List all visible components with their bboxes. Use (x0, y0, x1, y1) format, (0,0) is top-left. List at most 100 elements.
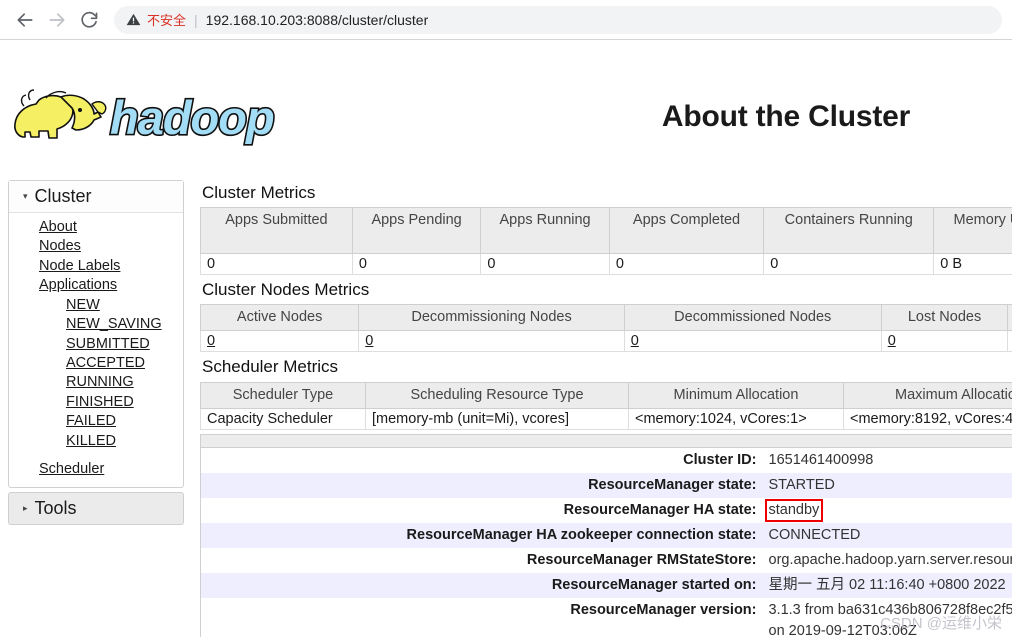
table-row: ResourceManager started on: 星期一 五月 02 11… (200, 572, 1012, 598)
col-active-nodes[interactable]: Active Nodes (199, 304, 360, 332)
main-content: Cluster Metrics Apps Submitted Apps Pend… (199, 180, 1012, 637)
page-content: hadoop About the Cluster ▾ Cluster About… (0, 40, 1012, 637)
table-header-row: Scheduler Type Scheduling Resource Type … (200, 382, 1012, 409)
col-minimum-allocation[interactable]: Minimum Allocation (628, 382, 844, 409)
warning-triangle-icon[interactable] (126, 12, 141, 27)
sidebar-item-failed[interactable]: FAILED (9, 412, 183, 431)
val-active-nodes[interactable]: 0 (199, 330, 360, 353)
table-row: Capacity Scheduler [memory-mb (unit=Mi),… (200, 407, 1012, 430)
col-apps-running[interactable]: Apps Running (480, 207, 610, 254)
reload-icon[interactable] (74, 5, 104, 35)
value-rm-version: 3.1.3 from ba631c436b806728f8ec2f54ab1e2… (762, 597, 1012, 637)
col-containers-running[interactable]: Containers Running (763, 207, 935, 254)
sidebar-section-tools: ▸ Tools (8, 492, 184, 526)
col-scheduler-type[interactable]: Scheduler Type (200, 382, 366, 409)
sidebar-cluster-items: About Nodes Node Labels Applications NEW… (9, 213, 183, 487)
sidebar-tools-label: Tools (34, 498, 77, 519)
sidebar-section-cluster: ▾ Cluster About Nodes Node Labels Applic… (8, 180, 184, 489)
hadoop-logo[interactable]: hadoop (6, 84, 318, 146)
sidebar-cluster-header[interactable]: ▾ Cluster (9, 181, 183, 213)
browser-toolbar: 不安全 | 192.168.10.203:8088/cluster/cluste… (0, 0, 1012, 40)
url-text[interactable]: 192.168.10.203:8088/cluster/cluster (206, 12, 429, 28)
cluster-metrics-title: Cluster Metrics (202, 183, 316, 202)
label-rm-started-on: ResourceManager started on: (200, 572, 763, 598)
label-rm-ha-state: ResourceManager HA state: (200, 497, 763, 523)
sidebar-item-killed[interactable]: KILLED (9, 432, 183, 451)
value-rm-ha-state-cell: standby (762, 497, 1012, 523)
value-rm-state: STARTED (762, 472, 1012, 498)
rm-version-line1: 3.1.3 from ba631c436b806728f8ec2f54ab1e2… (768, 601, 1012, 618)
val-containers-running: 0 (763, 252, 935, 275)
scheduler-metrics-title: Scheduler Metrics (202, 357, 339, 377)
table-row: ResourceManager state: STARTED (200, 472, 1012, 498)
label-rm-state: ResourceManager state: (200, 472, 763, 498)
value-rm-started-on: 星期一 五月 02 11:16:40 +0800 2022 (762, 572, 1012, 598)
col-memory-used[interactable]: Memory Used (933, 207, 1012, 254)
col-scheduling-resource-type[interactable]: Scheduling Resource Type (365, 382, 629, 409)
sidebar: ▾ Cluster About Nodes Node Labels Applic… (8, 180, 184, 529)
sidebar-item-running[interactable]: RUNNING (9, 373, 183, 392)
sidebar-item-scheduler[interactable]: Scheduler (9, 460, 183, 479)
val-decommissioning-nodes[interactable]: 0 (358, 330, 625, 353)
forward-arrow-icon[interactable] (42, 5, 72, 35)
table-row: ResourceManager HA state: standby (200, 497, 1012, 523)
rm-version-line2: on 2019-09-12T03:06Z (768, 622, 917, 637)
col-apps-completed[interactable]: Apps Completed (608, 207, 765, 254)
table-row: ResourceManager version: 3.1.3 from ba63… (200, 597, 1012, 637)
val-apps-completed: 0 (608, 252, 765, 275)
sidebar-item-accepted[interactable]: ACCEPTED (9, 354, 183, 373)
sidebar-item-submitted[interactable]: SUBMITTED (9, 335, 183, 354)
sidebar-tools-header[interactable]: ▸ Tools (8, 492, 184, 526)
col-maximum-allocation[interactable]: Maximum Allocation (843, 382, 1012, 409)
val-scheduling-resource-type: [memory-mb (unit=Mi), vcores] (365, 407, 629, 430)
sidebar-item-about[interactable]: About (9, 218, 183, 237)
about-table-spacer (200, 434, 1012, 448)
col-decommissioning-nodes[interactable]: Decommissioning Nodes (358, 304, 625, 332)
address-bar[interactable]: 不安全 | 192.168.10.203:8088/cluster/cluste… (114, 5, 1002, 34)
sidebar-item-nodes[interactable]: Nodes (9, 237, 183, 256)
sidebar-item-node-labels[interactable]: Node Labels (9, 257, 183, 276)
val-apps-pending: 0 (351, 252, 482, 275)
val-apps-submitted: 0 (200, 252, 353, 275)
col-apps-pending[interactable]: Apps Pending (351, 207, 482, 254)
col-apps-submitted[interactable]: Apps Submitted (200, 207, 353, 254)
table-row: 0 0 0 0 0 0 (199, 330, 1012, 353)
sidebar-item-finished[interactable]: FINISHED (9, 393, 183, 412)
table-header-row: Active Nodes Decommissioning Nodes Decom… (199, 304, 1012, 332)
val-lost-nodes[interactable]: 0 (880, 330, 1009, 353)
col-unhealthy-nodes[interactable]: Unhealthy Nodes (1007, 304, 1012, 332)
value-rm-statestore: org.apache.hadoop.yarn.server.resourcema… (762, 547, 1012, 573)
val-scheduler-type: Capacity Scheduler (200, 407, 366, 430)
table-row: ResourceManager HA zookeeper connection … (200, 522, 1012, 548)
cluster-nodes-metrics-table: Active Nodes Decommissioning Nodes Decom… (199, 304, 1012, 353)
col-decommissioned-nodes[interactable]: Decommissioned Nodes (623, 304, 882, 332)
val-minimum-allocation: <memory:1024, vCores:1> (628, 407, 844, 430)
chevron-right-icon[interactable]: ▸ (23, 504, 28, 513)
scheduler-metrics-table: Scheduler Type Scheduling Resource Type … (200, 381, 1012, 430)
table-row: 0 0 0 0 0 0 B 0 B 0 B (200, 252, 1012, 275)
val-decommissioned-nodes[interactable]: 0 (623, 330, 882, 353)
label-cluster-id: Cluster ID: (200, 447, 763, 473)
val-unhealthy-nodes[interactable]: 0 (1007, 330, 1012, 353)
label-rm-version: ResourceManager version: (200, 597, 763, 637)
back-arrow-icon[interactable] (10, 5, 40, 35)
security-status-label: 不安全 (147, 13, 187, 28)
chevron-down-icon[interactable]: ▾ (23, 192, 28, 201)
hadoop-wordmark: hadoop (110, 91, 274, 144)
sidebar-item-applications[interactable]: Applications (9, 276, 183, 295)
page-title: About the Cluster (661, 100, 911, 133)
cluster-nodes-metrics-title: Cluster Nodes Metrics (202, 279, 370, 299)
table-row: Cluster ID: 1651461400998 (200, 447, 1012, 473)
val-apps-running: 0 (480, 252, 610, 275)
sidebar-cluster-label: Cluster (34, 186, 92, 206)
val-maximum-allocation: <memory:8192, vCores:4> (843, 407, 1012, 430)
table-row: ResourceManager RMStateStore: org.apache… (200, 547, 1012, 573)
about-cluster-table: Cluster ID: 1651461400998 ResourceManage… (200, 433, 1012, 637)
value-cluster-id: 1651461400998 (762, 447, 1012, 473)
sidebar-item-new-saving[interactable]: NEW_SAVING (9, 315, 183, 334)
sidebar-item-new[interactable]: NEW (9, 296, 183, 315)
value-rm-ha-zookeeper-state: CONNECTED (762, 522, 1012, 548)
label-rm-statestore: ResourceManager RMStateStore: (200, 547, 763, 573)
col-lost-nodes[interactable]: Lost Nodes (880, 304, 1009, 332)
page-header: hadoop About the Cluster (0, 40, 1012, 146)
